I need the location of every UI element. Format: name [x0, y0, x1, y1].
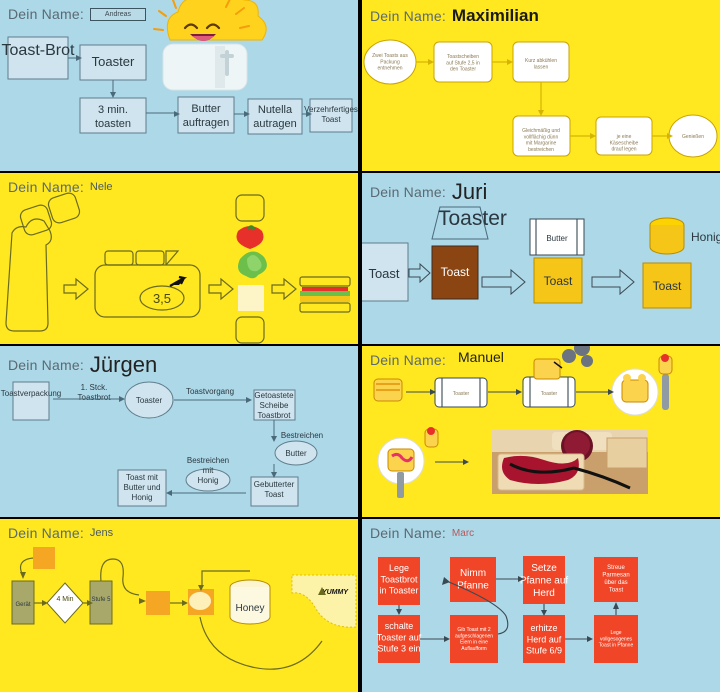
diagram-nele: 3,5	[5, 192, 351, 344]
node-box	[450, 557, 496, 602]
diagram-juergen: Toastverpackung Toaster Getoastete Scheib…	[1, 381, 323, 507]
node-label: Butter	[546, 234, 568, 243]
node-label: Toaster	[92, 54, 135, 69]
jam-toast-icon	[377, 427, 439, 498]
node-label: 4 Min	[56, 596, 73, 603]
dial-value: 3,5	[153, 291, 171, 306]
node-label: Getoastete Scheibe Toastbrot	[254, 391, 294, 420]
toaster-icon: 3,5	[94, 250, 201, 318]
knife-icon	[658, 354, 673, 410]
diagram-marc: Lege Toastbrot in Toaster Nimm Pfanne Setze…	[377, 556, 638, 663]
node-label: Nutella autragen	[253, 104, 296, 130]
plate-icon	[611, 368, 659, 416]
diagram-manuel: Toaster Toaster	[373, 346, 673, 498]
node-box	[12, 381, 50, 421]
edge-label: Toastvorgang	[186, 387, 234, 396]
node-label: Toastscheiben auf Stufe 2,5 in den Toaster	[446, 54, 480, 73]
node-label: erhitze Herd auf Stufe 6/9	[526, 623, 562, 656]
node-label: Stufe 5	[91, 597, 111, 603]
sandwich-icon	[299, 276, 351, 313]
toast-mascot-icon	[153, 0, 267, 91]
arrowhead	[396, 576, 619, 642]
node-label: Gerät	[15, 602, 30, 608]
panel-jens: Dein Name: Jens Gerät 4 Min Stufe 5 Hone…	[0, 519, 358, 692]
bread-bag-icon	[5, 192, 81, 332]
slide-grid: Dein Name: Andreas Toast-Brot Toaster 3 …	[0, 0, 720, 692]
jam-toast-photo	[492, 430, 648, 494]
butter-icon	[189, 592, 211, 610]
node-label: Butter	[285, 449, 307, 458]
node-label: Toaster	[438, 207, 507, 230]
node-label: Honey	[236, 603, 265, 614]
connector	[398, 578, 617, 640]
diagram-maximilian: Zwei Toasts aus Packung entnehmen Toastsch…	[363, 39, 718, 158]
result-shape	[291, 574, 357, 628]
node-label: Toast	[368, 266, 399, 281]
ingredients-stack-icon	[235, 194, 267, 344]
node-label: Toast	[544, 274, 573, 288]
node-label: Genießen	[682, 134, 704, 140]
diagram-juri: Toaster Toast Toast Butter Toast Honig T…	[362, 206, 720, 309]
node-label: Honig	[691, 230, 720, 244]
diagram-jens: Gerät 4 Min Stufe 5 Honey YUMMY	[11, 547, 357, 670]
yummy-label: YUMMY	[322, 589, 349, 596]
honey-jar-icon: Honey	[229, 579, 271, 625]
bread-slices-icon	[373, 378, 403, 402]
node-diamond	[46, 582, 84, 624]
panel-maximilian: Dein Name: Maximilian Zwei Toasts aus Pac…	[362, 0, 720, 171]
node-label: Toast-Brot	[2, 42, 75, 59]
edge-label: Bestreichen	[281, 431, 323, 440]
node-label: Toaster	[541, 391, 558, 397]
panel-marc: Dein Name: Marc Lege Toastbrot in Toaster …	[362, 519, 720, 692]
panel-andreas: Dein Name: Andreas Toast-Brot Toaster 3 …	[0, 0, 358, 171]
node-label: Toaster	[453, 391, 470, 397]
node-label: 3 min. toasten	[95, 104, 131, 130]
panel-manuel: Dein Name: Manuel Toaster Toaster	[362, 346, 720, 517]
steam-icon	[562, 346, 593, 367]
diagram-andreas: Toast-Brot Toaster 3 min. toasten Butter a…	[2, 0, 358, 135]
toast-popping-icon	[533, 358, 563, 380]
panel-juergen: Dein Name: Jürgen Toastverpackung Toaste…	[0, 346, 358, 517]
node-label: Toast	[441, 265, 470, 279]
node-label: Honig	[198, 476, 219, 485]
toast-icon	[146, 591, 170, 615]
node-label: Toaster	[136, 396, 163, 405]
node-label: Toast	[653, 279, 682, 293]
panel-nele: Dein Name: Nele 3,5	[0, 173, 358, 344]
honey-jar-icon	[649, 217, 685, 255]
toast-icon	[33, 547, 55, 569]
panel-juri: Dein Name: Juri Toaster Toast Toast Butt…	[362, 173, 720, 344]
node-label: Toastverpackung	[1, 389, 61, 398]
